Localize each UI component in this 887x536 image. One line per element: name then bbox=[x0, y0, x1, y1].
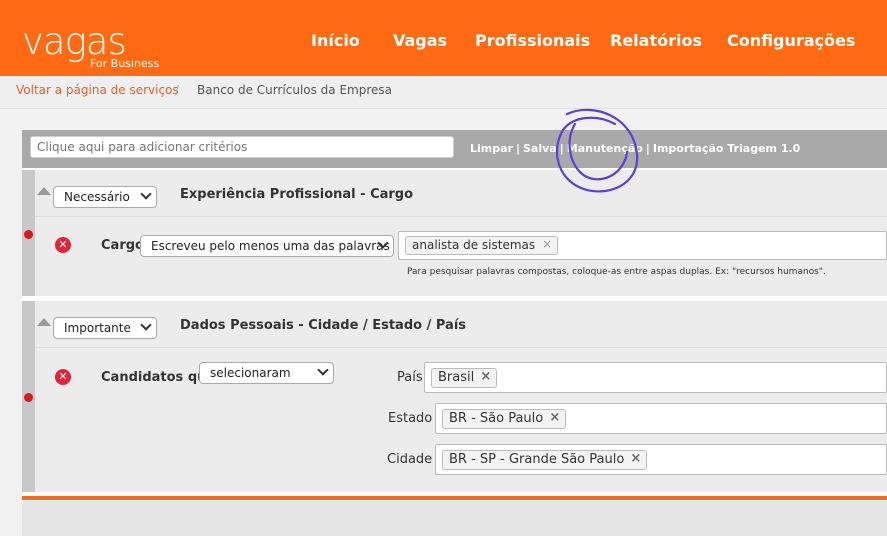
nav-inicio[interactable]: Início bbox=[311, 31, 360, 50]
annotation-scribble-icon bbox=[555, 108, 639, 193]
criteria-input[interactable] bbox=[30, 136, 454, 158]
link-separator: | bbox=[645, 142, 650, 155]
pais-label: País bbox=[397, 370, 423, 385]
block-header: Necessário Experiência Profissional - Ca… bbox=[35, 170, 887, 217]
cidade-label: Cidade bbox=[387, 452, 433, 467]
vagas-logo[interactable]: vagas For Business bbox=[22, 20, 159, 71]
pais-input[interactable]: Brasil × bbox=[424, 362, 887, 393]
keywords-hint: Para pesquisar palavras compostas, coloq… bbox=[407, 267, 826, 277]
remove-tag-icon[interactable]: × bbox=[630, 451, 641, 466]
estado-label: Estado bbox=[388, 411, 433, 426]
cidade-input[interactable]: BR - SP - Grande São Paulo × bbox=[435, 444, 887, 475]
top-header: vagas For Business Início Vagas Profissi… bbox=[0, 0, 887, 76]
criteria-block-cargo: Necessário Experiência Profissional - Ca… bbox=[22, 170, 887, 296]
collapse-triangle-icon[interactable] bbox=[37, 187, 51, 195]
estado-input[interactable]: BR - São Paulo × bbox=[435, 403, 887, 434]
keyword-tag: analista de sistemas × bbox=[405, 236, 559, 255]
condition-select[interactable]: Escreveu pelo menos uma das palavras bbox=[140, 235, 394, 257]
condition-value: Escreveu pelo menos uma das palavras bbox=[151, 239, 390, 253]
logo-tagline: For Business bbox=[90, 57, 160, 70]
logo-wordmark: vagas bbox=[22, 20, 127, 63]
breadcrumb-separator: / bbox=[175, 83, 180, 97]
chevron-down-icon bbox=[140, 319, 152, 331]
importacao-triagem-link[interactable]: Importação Triagem 1.0 bbox=[653, 142, 800, 155]
remove-criterion-icon[interactable]: ✕ bbox=[55, 237, 71, 253]
nav-relatorios[interactable]: Relatórios bbox=[610, 31, 702, 50]
collapse-triangle-icon[interactable] bbox=[37, 318, 51, 326]
criteria-toolbar: Limpar|Salva|Manutenção|Importação Triag… bbox=[22, 130, 887, 168]
remove-tag-icon[interactable]: × bbox=[542, 237, 552, 251]
condition-select[interactable]: selecionaram bbox=[199, 362, 334, 384]
remove-tag-icon[interactable]: × bbox=[549, 410, 560, 425]
keyword-tag-label: analista de sistemas bbox=[412, 238, 536, 252]
nav-configuracoes[interactable]: Configurações bbox=[727, 31, 855, 50]
chevron-down-icon bbox=[317, 364, 329, 376]
priority-select[interactable]: Necessário bbox=[53, 186, 157, 208]
estado-tag-label: BR - São Paulo bbox=[449, 411, 544, 426]
block-header: Importante Dados Pessoais - Cidade / Est… bbox=[35, 301, 887, 348]
required-indicator bbox=[24, 393, 33, 402]
pais-tag: Brasil × bbox=[431, 368, 498, 388]
priority-value: Necessário bbox=[64, 190, 130, 204]
block-title: Experiência Profissional - Cargo bbox=[180, 187, 414, 202]
cargo-label: Cargo bbox=[101, 238, 144, 253]
pais-tag-label: Brasil bbox=[438, 370, 475, 385]
remove-tag-icon[interactable]: × bbox=[480, 369, 491, 384]
chevron-down-icon bbox=[140, 188, 152, 200]
block-title: Dados Pessoais - Cidade / Estado / País bbox=[180, 318, 467, 333]
breadcrumb-current: Banco de Currículos da Empresa bbox=[197, 83, 393, 97]
nav-profissionais[interactable]: Profissionais bbox=[475, 31, 590, 50]
search-panel: Limpar|Salva|Manutenção|Importação Triag… bbox=[22, 130, 887, 536]
priority-value: Importante bbox=[64, 321, 131, 335]
cidade-tag-label: BR - SP - Grande São Paulo bbox=[449, 452, 625, 467]
nav-vagas[interactable]: Vagas bbox=[393, 31, 447, 50]
estado-tag: BR - São Paulo × bbox=[442, 409, 567, 429]
section-divider bbox=[22, 496, 887, 500]
cidade-tag: BR - SP - Grande São Paulo × bbox=[442, 450, 648, 470]
criteria-block-localizacao: Importante Dados Pessoais - Cidade / Est… bbox=[22, 301, 887, 492]
required-indicator bbox=[24, 230, 33, 239]
breadcrumb: Voltar a página de serviços / Banco de C… bbox=[0, 76, 887, 109]
bottom-bar bbox=[22, 501, 887, 536]
limpar-link[interactable]: Limpar bbox=[470, 142, 513, 155]
remove-criterion-icon[interactable]: ✕ bbox=[55, 369, 71, 385]
condition-value: selecionaram bbox=[210, 366, 291, 380]
breadcrumb-back-link[interactable]: Voltar a página de serviços bbox=[16, 83, 179, 97]
priority-select[interactable]: Importante bbox=[53, 317, 157, 339]
link-separator: | bbox=[515, 142, 520, 155]
keywords-input[interactable]: analista de sistemas × bbox=[398, 231, 887, 260]
